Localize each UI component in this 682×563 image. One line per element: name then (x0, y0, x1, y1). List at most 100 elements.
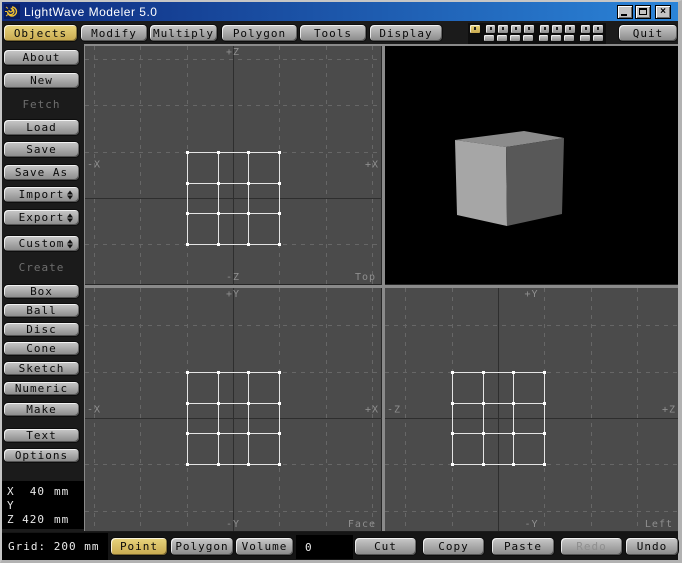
preset-button[interactable] (496, 34, 508, 42)
sidebar-label-create: Create (3, 261, 80, 274)
minimize-button[interactable] (617, 5, 633, 19)
axis-label: -Z (387, 404, 401, 415)
quit-button[interactable]: Quit (618, 24, 678, 42)
viewport-left[interactable]: +Y -Z +Z -Y Left (385, 288, 678, 531)
axis-label: +X (365, 404, 379, 415)
preset-bank (468, 23, 606, 44)
preset-button[interactable] (551, 24, 563, 34)
sidebar-button-options[interactable]: Options (3, 448, 80, 463)
tab-modify[interactable]: Modify (80, 24, 148, 42)
grid-size-display: Grid: 200 mm (2, 533, 108, 560)
sidebar: About New Fetch Load Save Save As Import… (2, 45, 84, 532)
sidebar-button-about[interactable]: About (3, 49, 80, 66)
sidebar-button-custom[interactable]: Custom (3, 235, 80, 252)
mode-button-point[interactable]: Point (110, 537, 168, 556)
preset-button[interactable] (510, 24, 522, 34)
preset-button[interactable] (550, 34, 562, 42)
viewport-top[interactable]: +Z -X +X -Z Top (85, 46, 382, 285)
coord-axis: Z (7, 513, 19, 527)
sidebar-button-box[interactable]: Box (3, 284, 80, 299)
app-window: LightWave Modeler 5.0 × Objects Modify M… (0, 0, 682, 563)
close-button[interactable]: × (655, 5, 671, 19)
close-icon: × (660, 6, 666, 17)
preset-button[interactable] (509, 34, 521, 42)
tab-tools[interactable]: Tools (299, 24, 367, 42)
axis-label: +X (365, 160, 379, 171)
redo-button[interactable]: Redo (560, 537, 623, 556)
sidebar-button-disc[interactable]: Disc (3, 322, 80, 337)
axis-label: +Z (662, 404, 676, 415)
undo-button[interactable]: Undo (625, 537, 679, 556)
import-updown-icon (67, 190, 73, 199)
coord-unit: mm (54, 485, 69, 499)
preset-button[interactable] (563, 34, 575, 42)
tab-polygon[interactable]: Polygon (221, 24, 298, 42)
sidebar-button-save[interactable]: Save (3, 141, 80, 158)
coord-axis: Y (7, 499, 19, 513)
tab-objects[interactable]: Objects (3, 24, 78, 42)
preset-button[interactable] (483, 34, 495, 42)
sidebar-button-import[interactable]: Import (3, 186, 80, 203)
preset-button[interactable] (485, 24, 497, 34)
preset-button[interactable] (564, 24, 576, 34)
sidebar-button-numeric[interactable]: Numeric (3, 381, 80, 396)
preset-button[interactable] (523, 24, 535, 34)
axis-label: +Y (524, 289, 538, 300)
coord-value: 40 (19, 485, 45, 499)
maximize-button[interactable] (635, 5, 651, 19)
sidebar-label-fetch: Fetch (3, 98, 80, 111)
viewport-area: +Z -X +X -Z Top +Y -X +X -Y Face +Y -Z +… (84, 44, 678, 531)
preset-button[interactable] (579, 34, 591, 42)
custom-updown-icon (67, 239, 73, 248)
preset-button[interactable] (497, 24, 509, 34)
window-title: LightWave Modeler 5.0 (24, 5, 157, 19)
copy-button[interactable]: Copy (422, 537, 485, 556)
axis-label: -X (87, 160, 101, 171)
paste-button[interactable]: Paste (491, 537, 555, 556)
selection-count-field[interactable]: 0 (296, 535, 353, 559)
tab-display[interactable]: Display (369, 24, 443, 42)
title-bar: LightWave Modeler 5.0 × (2, 2, 678, 21)
cube-preview (385, 46, 677, 284)
viewport-name: Left (645, 519, 673, 530)
status-bar: Grid: 200 mm Point Polygon Volume 0 Cut … (2, 532, 678, 560)
preset-button[interactable] (592, 34, 604, 42)
axis-label: +Z (226, 47, 240, 58)
sidebar-button-sketch[interactable]: Sketch (3, 361, 80, 376)
preset-button[interactable] (469, 24, 481, 34)
sidebar-button-text[interactable]: Text (3, 428, 80, 443)
lightwave-logo-icon (4, 4, 20, 19)
mode-button-polygon[interactable]: Polygon (170, 537, 234, 556)
sidebar-button-ball[interactable]: Ball (3, 303, 80, 318)
coordinates-panel: X40 mm Y Z420 mm (2, 481, 84, 529)
preset-button[interactable] (539, 24, 551, 34)
viewport-face[interactable]: +Y -X +X -Y Face (85, 288, 382, 531)
maximize-icon (639, 8, 647, 15)
mode-button-volume[interactable]: Volume (235, 537, 294, 556)
sidebar-button-make[interactable]: Make (3, 402, 80, 417)
axis-label: +Y (226, 289, 240, 300)
viewport-name: Top (355, 272, 376, 283)
sidebar-button-cone[interactable]: Cone (3, 341, 80, 356)
sidebar-button-export[interactable]: Export (3, 209, 80, 226)
coord-value (19, 499, 45, 513)
tab-multiply[interactable]: Multiply (149, 24, 218, 42)
sidebar-button-save-as[interactable]: Save As (3, 164, 80, 181)
coord-unit: mm (54, 513, 69, 527)
viewport-name: Face (348, 519, 376, 530)
coord-value: 420 (19, 513, 45, 527)
axis-label: -X (87, 404, 101, 415)
preset-button[interactable] (538, 34, 550, 42)
cut-button[interactable]: Cut (354, 537, 417, 556)
preset-button[interactable] (522, 34, 534, 42)
preset-button[interactable] (580, 24, 592, 34)
sidebar-button-new[interactable]: New (3, 72, 80, 89)
coord-axis: X (7, 485, 19, 499)
axis-label: -Y (226, 519, 240, 530)
axis-label: -Z (226, 272, 240, 283)
sidebar-button-load[interactable]: Load (3, 119, 80, 136)
viewport-perspective[interactable] (385, 46, 678, 285)
minimize-icon (621, 14, 627, 16)
export-updown-icon (67, 213, 73, 222)
preset-button[interactable] (592, 24, 604, 34)
